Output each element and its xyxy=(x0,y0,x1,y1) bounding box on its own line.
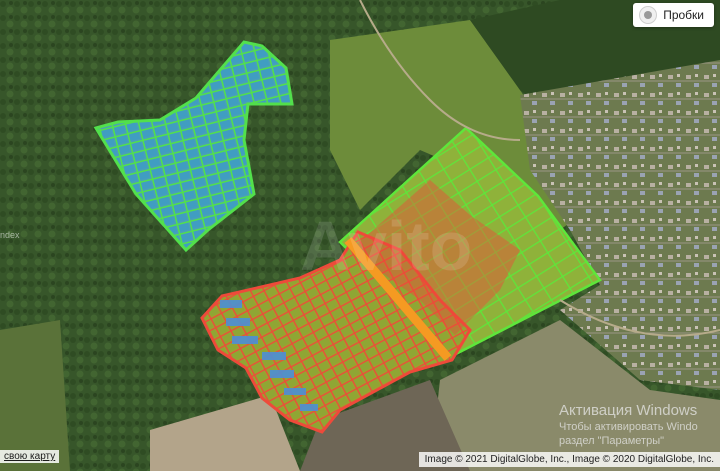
yandex-side-label: ndex xyxy=(0,230,20,240)
map-copyright: Image © 2021 DigitalGlobe, Inc., Image ©… xyxy=(418,452,720,467)
traffic-button[interactable]: Пробки xyxy=(633,3,714,27)
edit-map-link[interactable]: свою карту xyxy=(0,450,60,463)
satellite-map[interactable]: Avito xyxy=(0,0,720,471)
traffic-light-icon xyxy=(639,6,658,24)
traffic-label: Пробки xyxy=(663,8,704,22)
windows-activation-overlay: Активация Windows Чтобы активировать Win… xyxy=(559,402,698,448)
activation-title: Активация Windows xyxy=(559,402,698,419)
watermark: Avito xyxy=(300,207,472,285)
activation-line-2: раздел "Параметры" xyxy=(559,435,665,447)
meadow-west xyxy=(0,320,70,471)
activation-line-1: Чтобы активировать Windo xyxy=(559,421,698,433)
